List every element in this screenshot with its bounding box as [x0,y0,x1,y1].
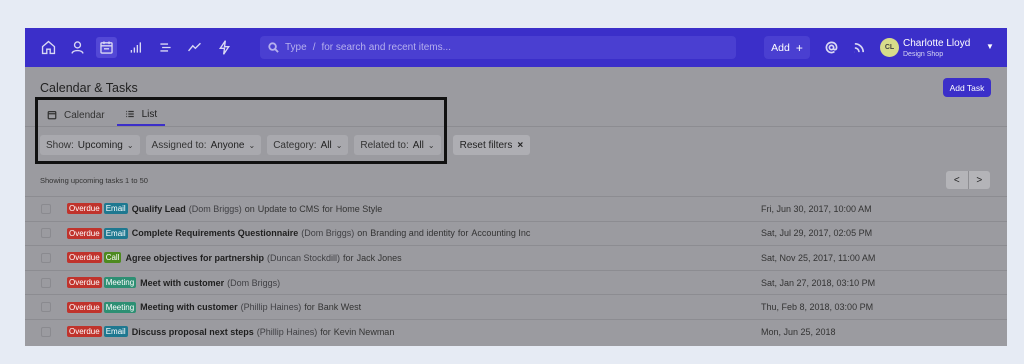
status-badge: Overdue [67,227,102,239]
task-related-link[interactable]: Accounting Inc [471,228,530,238]
search-shortcut-slash: / [312,42,316,53]
task-title[interactable]: Meeting with customer [140,302,238,312]
app-window: Type / for search and recent items... Ad… [25,28,1007,346]
chevron-down-icon[interactable]: ▼ [986,42,994,51]
task-title[interactable]: Meet with customer [140,278,224,288]
row-checkbox[interactable] [41,302,51,313]
reset-filters-label: Reset filters [459,139,513,151]
table-row[interactable]: Overdue Email Complete Requirements Ques… [25,220,1007,246]
task-date: Fri, Jun 30, 2017, 10:00 AM [761,203,872,214]
status-badge: Overdue [67,252,102,264]
task-title[interactable]: Complete Requirements Questionnaire [132,228,299,238]
task-assignee: (Dom Briggs) [227,277,281,288]
table-row[interactable]: Overdue Email Qualify Lead (Dom Briggs) … [25,196,1007,221]
add-task-button[interactable]: Add Task [943,78,991,97]
plus-icon: + [795,40,803,55]
calendar-nav-icon[interactable] [96,37,117,58]
menu-lines-icon[interactable] [155,37,176,58]
task-related-link[interactable]: Branding and identity [370,228,455,238]
page-title: Calendar & Tasks [40,81,138,95]
task-assignee: (Phillip Haines) [256,326,318,337]
reset-filters-button[interactable]: Reset filters × [452,135,531,155]
pagination: < > [946,171,990,189]
task-preposition: for [322,203,333,214]
add-button-label: Add [771,41,790,54]
task-title[interactable]: Agree objectives for partnership [125,253,264,263]
table-row[interactable]: Overdue Email Discuss proposal next step… [25,318,1007,344]
table-row[interactable]: Overdue Meeting Meeting with customer (P… [25,294,1007,319]
status-badge: Overdue [67,301,102,313]
task-date: Mon, Jun 25, 2018 [761,326,836,337]
contacts-icon[interactable] [67,37,88,58]
search-hint: for search and recent items... [321,42,451,53]
task-list: Overdue Email Qualify Lead (Dom Briggs) … [25,196,1007,344]
home-icon[interactable] [38,37,59,58]
task-date: Sat, Nov 25, 2017, 11:00 AM [761,252,876,263]
reports-icon[interactable] [126,37,147,58]
task-date: Thu, Feb 8, 2018, 03:00 PM [761,302,874,313]
type-badge: Email [103,203,128,215]
task-preposition: for [457,228,469,239]
type-badge: Call [103,252,122,264]
status-badge: Overdue [67,203,102,215]
close-icon: × [517,139,524,151]
mention-icon[interactable] [823,39,839,55]
row-checkbox[interactable] [41,228,51,239]
previous-page-button[interactable]: < [946,171,968,189]
task-related-link[interactable]: Jack Jones [357,253,402,263]
row-checkbox[interactable] [41,203,51,214]
row-checkbox[interactable] [41,326,51,337]
avatar[interactable]: CL [880,38,899,57]
trend-icon[interactable] [184,37,205,58]
highlight-box [35,97,447,164]
task-preposition: for [304,302,315,313]
task-title[interactable]: Discuss proposal next steps [132,327,254,337]
lightning-icon[interactable] [214,37,235,58]
task-related-link[interactable]: Home Style [336,204,383,214]
user-organization: Design Shop [903,51,944,58]
status-badge: Overdue [67,326,102,338]
row-checkbox[interactable] [41,277,51,288]
task-preposition: for [320,326,331,337]
row-checkbox[interactable] [41,252,51,263]
task-assignee: (Phillip Haines) [240,302,302,313]
task-date: Sat, Jul 29, 2017, 02:05 PM [761,228,873,239]
search-input[interactable]: Type / for search and recent items... [260,36,736,59]
search-placeholder: Type [285,42,307,53]
next-page-button[interactable]: > [967,171,991,189]
task-preposition: on [244,203,255,214]
table-row[interactable]: Overdue Meeting Meet with customer (Dom … [25,269,1007,295]
type-badge: Meeting [103,277,137,289]
rss-feed-icon[interactable] [851,39,867,55]
task-related-link[interactable]: Kevin Newman [334,327,395,337]
task-title[interactable]: Qualify Lead [132,204,186,214]
user-name[interactable]: Charlotte Lloyd [903,38,970,49]
results-summary: Showing upcoming tasks 1 to 50 [40,176,148,185]
task-related-link[interactable]: Bank West [318,302,361,312]
search-icon [268,42,279,53]
task-assignee: (Duncan Stockdill) [267,252,341,263]
table-row[interactable]: Overdue Call Agree objectives for partne… [25,245,1007,270]
task-date: Sat, Jan 27, 2018, 03:10 PM [761,277,876,288]
status-badge: Overdue [67,277,102,289]
task-preposition: on [357,228,368,239]
task-assignee: (Dom Briggs) [188,203,242,214]
top-navigation-bar: Type / for search and recent items... Ad… [25,28,1007,67]
task-assignee: (Dom Briggs) [301,228,355,239]
add-button[interactable]: Add + [764,36,810,59]
task-related-link[interactable]: Update to CMS [258,204,320,214]
type-badge: Meeting [103,301,137,313]
type-badge: Email [103,227,128,239]
type-badge: Email [103,326,128,338]
task-preposition: for [343,252,354,263]
